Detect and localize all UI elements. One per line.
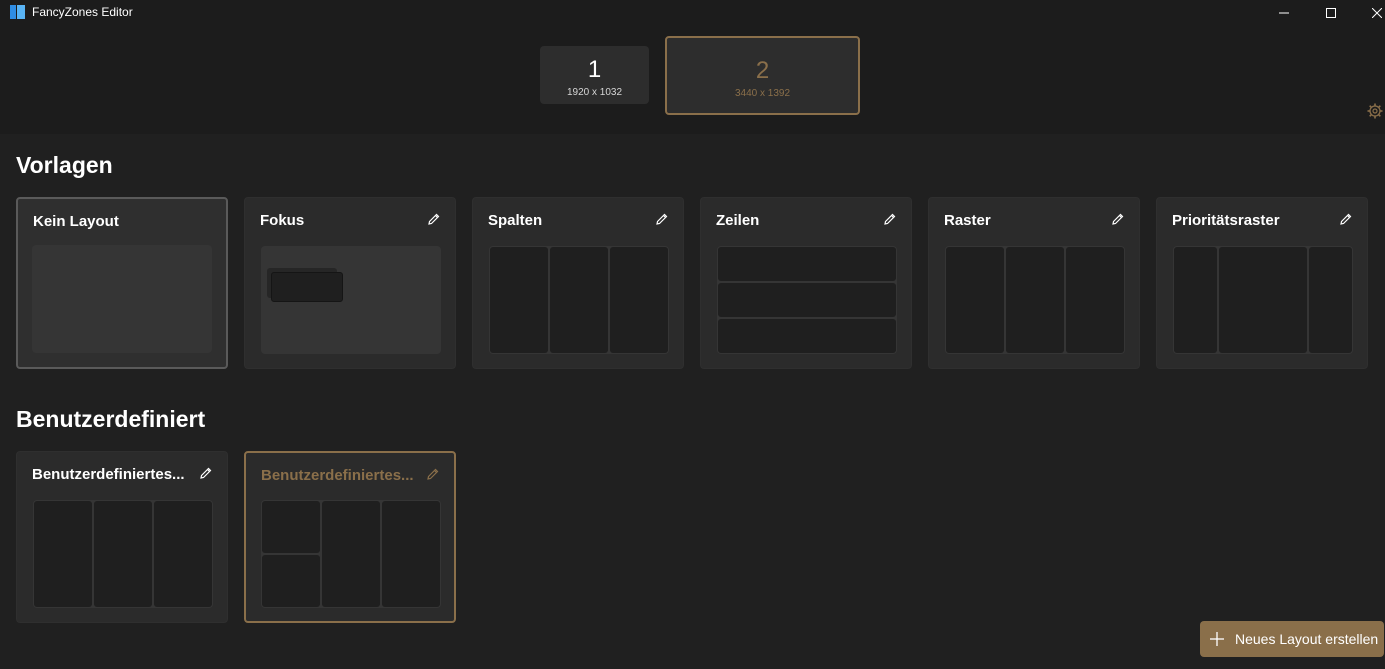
minimize-button[interactable] bbox=[1261, 0, 1307, 26]
new-layout-label: Neues Layout erstellen bbox=[1235, 631, 1379, 647]
close-button[interactable] bbox=[1354, 0, 1385, 26]
monitor-resolution: 3440 x 1392 bbox=[734, 88, 791, 99]
edit-icon[interactable] bbox=[883, 212, 897, 226]
zone bbox=[322, 501, 380, 607]
layout-card-title: Prioritätsraster bbox=[1172, 212, 1280, 229]
custom-layout-card-2[interactable]: Benutzerdefiniertes... bbox=[244, 451, 456, 623]
layout-card-kein-layout[interactable]: Kein Layout bbox=[16, 197, 228, 369]
layout-preview bbox=[489, 246, 669, 354]
monitor-resolution: 1920 x 1032 bbox=[566, 87, 623, 98]
zone bbox=[1174, 247, 1217, 353]
layout-card-title: Raster bbox=[944, 212, 991, 229]
zone bbox=[94, 501, 152, 607]
layout-card-prioritaetsraster[interactable]: Prioritätsraster bbox=[1156, 197, 1368, 369]
maximize-button[interactable] bbox=[1308, 0, 1354, 26]
edit-icon[interactable] bbox=[1111, 212, 1125, 226]
close-icon bbox=[1372, 8, 1382, 18]
monitor-number: 1 bbox=[587, 56, 602, 83]
zone bbox=[262, 501, 320, 553]
layout-card-title: Benutzerdefiniertes... bbox=[261, 467, 414, 484]
zone bbox=[946, 247, 1004, 353]
layout-card-zeilen[interactable]: Zeilen bbox=[700, 197, 912, 369]
zone bbox=[262, 555, 320, 607]
edit-icon[interactable] bbox=[655, 212, 669, 226]
layout-card-raster[interactable]: Raster bbox=[928, 197, 1140, 369]
zone bbox=[1066, 247, 1124, 353]
monitor-2[interactable]: 2 3440 x 1392 bbox=[665, 36, 860, 115]
layout-card-title: Benutzerdefiniertes... bbox=[32, 466, 185, 483]
minimize-icon bbox=[1279, 12, 1289, 14]
new-layout-button[interactable]: Neues Layout erstellen bbox=[1200, 621, 1384, 657]
gear-icon[interactable] bbox=[1367, 103, 1383, 119]
zone bbox=[718, 283, 896, 317]
fancyzones-icon bbox=[10, 5, 25, 19]
monitor-number: 2 bbox=[755, 57, 770, 84]
maximize-icon bbox=[1326, 8, 1336, 18]
layout-preview bbox=[717, 246, 897, 354]
zone bbox=[271, 272, 343, 302]
plus-icon bbox=[1210, 632, 1224, 646]
zone bbox=[610, 247, 668, 353]
layout-preview bbox=[33, 500, 213, 608]
zone bbox=[718, 247, 896, 281]
custom-heading: Benutzerdefiniert bbox=[16, 406, 206, 432]
edit-icon[interactable] bbox=[426, 467, 440, 481]
zone bbox=[1219, 247, 1307, 353]
layout-card-title: Fokus bbox=[260, 212, 305, 229]
layout-card-title: Spalten bbox=[488, 212, 543, 229]
zone bbox=[718, 319, 896, 353]
zone bbox=[154, 501, 212, 607]
edit-icon[interactable] bbox=[199, 466, 213, 480]
layout-preview bbox=[1173, 246, 1353, 354]
templates-heading: Vorlagen bbox=[16, 152, 113, 178]
zone bbox=[550, 247, 608, 353]
zone bbox=[490, 247, 548, 353]
layout-preview bbox=[261, 500, 441, 608]
layout-card-title: Kein Layout bbox=[33, 213, 119, 230]
layout-preview bbox=[261, 246, 441, 354]
zone bbox=[1006, 247, 1064, 353]
layout-card-title: Zeilen bbox=[716, 212, 760, 229]
zone bbox=[1309, 247, 1352, 353]
layout-preview bbox=[32, 245, 212, 353]
monitor-1[interactable]: 1 1920 x 1032 bbox=[540, 46, 649, 104]
zone bbox=[34, 501, 92, 607]
edit-icon[interactable] bbox=[427, 212, 441, 226]
edit-icon[interactable] bbox=[1339, 212, 1353, 226]
layout-preview bbox=[945, 246, 1125, 354]
window-title: FancyZones Editor bbox=[32, 5, 133, 19]
monitor-bar: FancyZones Editor 1 1920 x 1032 2 3440 x… bbox=[0, 0, 1385, 134]
layout-card-fokus[interactable]: Fokus bbox=[244, 197, 456, 369]
zone bbox=[382, 501, 440, 607]
title-bar: FancyZones Editor bbox=[0, 0, 1385, 26]
layout-card-spalten[interactable]: Spalten bbox=[472, 197, 684, 369]
custom-layout-card-1[interactable]: Benutzerdefiniertes... bbox=[16, 451, 228, 623]
